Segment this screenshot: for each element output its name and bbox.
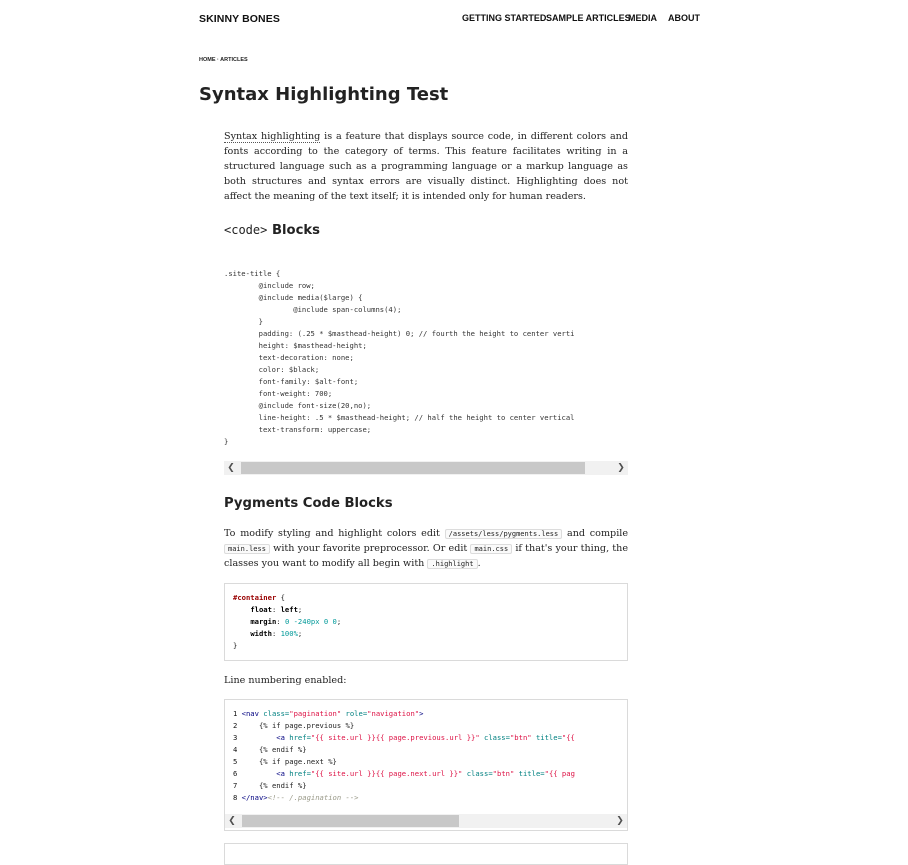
numbered-code: 1 <nav class="pagination" role="navigati…	[233, 709, 575, 802]
code-line: }	[224, 317, 263, 326]
css-prop-value: 100%	[280, 629, 298, 638]
scrollbar-thumb[interactable]	[241, 462, 585, 474]
scroll-left-icon[interactable]: ❮	[224, 461, 238, 475]
nav-about[interactable]: ABOUT	[668, 13, 700, 23]
code-line: .site-title {	[224, 269, 281, 278]
code-liquid: {% if page.previous %}	[258, 721, 355, 730]
code-line: @include media($large) {	[224, 293, 363, 302]
code-block: .site-title { @include row; @include med…	[224, 268, 628, 454]
next-code-block	[224, 843, 628, 865]
code-liquid: {% endif %}	[258, 745, 307, 754]
css-selector: #container	[233, 593, 277, 602]
pygments-paragraph: To modify styling and highlight colors e…	[224, 527, 628, 571]
code-value: {{ pag	[548, 769, 575, 778]
code-comment: <!-- /.pagination -->	[267, 793, 359, 802]
scroll-right-icon[interactable]: ❯	[614, 461, 628, 475]
code-line: height: $masthead-height;	[224, 341, 367, 350]
scroll-right-icon[interactable]: ❯	[613, 814, 627, 828]
code-line: text-decoration: none;	[224, 353, 354, 362]
code-value: btn	[497, 769, 510, 778]
css-prop-value: 0 -240px 0 0	[284, 617, 337, 626]
css-prop-name: width	[250, 629, 272, 638]
pygments-heading: Pygments Code Blocks	[224, 496, 393, 511]
code-line: @include row;	[224, 281, 315, 290]
css-highlight-block: #container { float: left; margin: 0 -240…	[224, 583, 628, 661]
code-value: {{ site.url }}{{ page.next.url }}	[315, 769, 459, 778]
nav-sample-articles[interactable]: SAMPLE ARTICLES	[546, 13, 631, 23]
inline-code-highlight: .highlight	[427, 558, 478, 569]
code-value: {{	[566, 733, 575, 742]
code-heading-tag: <code>	[224, 223, 268, 237]
code-block-scrollbar[interactable]: ❮ ❯	[224, 461, 628, 475]
code-line: color: $black;	[224, 365, 320, 374]
code-liquid: {% if page.next %}	[258, 757, 337, 766]
scroll-left-icon[interactable]: ❮	[225, 814, 239, 828]
pygments-text-1: To modify styling and highlight colors e…	[224, 528, 445, 539]
nav-getting-started[interactable]: GETTING STARTED	[462, 13, 546, 23]
code-heading-text: Blocks	[267, 223, 321, 238]
code-blocks-heading: <code> Blocks	[224, 223, 320, 238]
inline-code-main-css: main.css	[470, 543, 513, 554]
css-code: #container { float: left; margin: 0 -240…	[233, 593, 342, 650]
scrollbar-thumb[interactable]	[242, 815, 459, 827]
code-value: pagination	[293, 709, 337, 718]
code-liquid: {% endif %}	[258, 781, 307, 790]
inline-code-main-less: main.less	[224, 543, 270, 554]
code-line: @include font-size(20,no);	[224, 401, 372, 410]
pygments-text-5: .	[477, 557, 481, 569]
css-prop-name: margin	[250, 617, 277, 626]
page-title: Syntax Highlighting Test	[199, 84, 449, 105]
code-line: }	[224, 437, 229, 446]
numbered-highlight-block: 1 <nav class="pagination" role="navigati…	[224, 699, 628, 831]
pygments-text-3: with your favorite preprocessor. Or edit	[269, 542, 471, 554]
syntax-highlighting-abbr[interactable]: Syntax highlighting	[224, 131, 321, 143]
code-line: text-transform: uppercase;	[224, 425, 372, 434]
nav-media[interactable]: MEDIA	[628, 13, 657, 23]
inline-code-pygments-less: /assets/less/pygments.less	[444, 529, 563, 539]
css-prop-name: float	[250, 605, 272, 614]
code-value: btn	[514, 733, 528, 742]
line-numbering-label: Line numbering enabled:	[224, 675, 347, 686]
code-line: font-weight: 700;	[224, 389, 333, 398]
code-line: padding: (.25 * $masthead-height) 0; // …	[224, 329, 575, 338]
code-line: font-family: $alt-font;	[224, 377, 359, 386]
pygments-text-2: and compile	[562, 528, 629, 539]
numbered-block-scrollbar[interactable]: ❮ ❯	[225, 814, 627, 828]
code-line: line-height: .5 * $masthead-height; // h…	[224, 413, 575, 422]
intro-paragraph: Syntax highlighting is a feature that di…	[224, 129, 628, 204]
code-value: {{ site.url }}{{ page.previous.url }}	[315, 733, 476, 742]
css-prop-value: left	[280, 605, 298, 614]
breadcrumb[interactable]: HOME · ARTICLES	[199, 57, 248, 63]
site-title[interactable]: SKINNY BONES	[199, 13, 280, 25]
code-line: @include span-columns(4);	[224, 305, 402, 314]
code-value: navigation	[371, 709, 415, 718]
